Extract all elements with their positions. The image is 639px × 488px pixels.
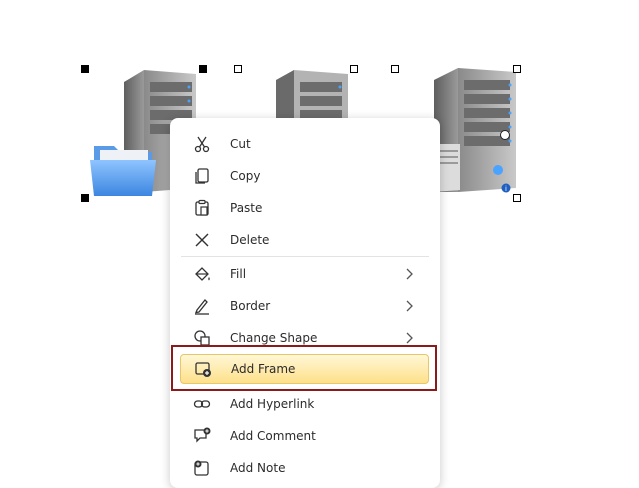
- selection-handle[interactable]: [513, 194, 521, 202]
- scissors-icon: [191, 133, 213, 155]
- menu-item-add-comment[interactable]: Add Comment: [180, 420, 430, 452]
- note-icon: [191, 457, 213, 479]
- menu-item-label: Border: [230, 299, 271, 313]
- chevron-right-icon: [406, 300, 413, 312]
- copy-icon: [191, 165, 213, 187]
- menu-item-label: Copy: [230, 169, 261, 183]
- menu-item-add-note[interactable]: Add Note: [180, 452, 430, 484]
- connection-point-handle[interactable]: [500, 130, 510, 140]
- menu-item-cut[interactable]: Cut: [180, 128, 430, 160]
- diagram-canvas[interactable]: i Cut Copy Paste Delete Fill Border Chan…: [0, 0, 639, 488]
- chevron-right-icon: [406, 268, 413, 280]
- close-icon: [191, 229, 213, 251]
- selection-handle[interactable]: [234, 65, 242, 73]
- menu-item-paste[interactable]: Paste: [180, 192, 430, 224]
- menu-item-label: Add Comment: [230, 429, 316, 443]
- menu-item-label: Cut: [230, 137, 251, 151]
- highlight-annotation-box: [171, 345, 437, 391]
- clipboard-icon: [191, 197, 213, 219]
- svg-text:i: i: [505, 185, 507, 193]
- selection-handle[interactable]: [513, 65, 521, 73]
- menu-item-label: Paste: [230, 201, 263, 215]
- link-icon: [191, 393, 213, 415]
- chevron-right-icon: [406, 332, 413, 344]
- paint-bucket-icon: [191, 263, 213, 285]
- selection-handle-top-right[interactable]: [199, 65, 207, 73]
- menu-item-fill[interactable]: Fill: [180, 258, 430, 290]
- selection-handle-top-left[interactable]: [81, 65, 89, 73]
- menu-item-label: Add Hyperlink: [230, 397, 315, 411]
- folder-icon: [90, 146, 156, 196]
- menu-separator: [181, 256, 429, 257]
- menu-item-copy[interactable]: Copy: [180, 160, 430, 192]
- selection-handle[interactable]: [391, 65, 399, 73]
- comment-icon: [191, 425, 213, 447]
- menu-item-border[interactable]: Border: [180, 290, 430, 322]
- selection-handle[interactable]: [350, 65, 358, 73]
- selection-handle-bottom-left[interactable]: [81, 194, 89, 202]
- menu-item-label: Fill: [230, 267, 247, 281]
- menu-item-add-hyperlink[interactable]: Add Hyperlink: [180, 388, 430, 420]
- pen-icon: [191, 295, 213, 317]
- menu-item-label: Change Shape: [230, 331, 318, 345]
- menu-item-delete[interactable]: Delete: [180, 224, 430, 256]
- context-menu: Cut Copy Paste Delete Fill Border Change…: [170, 118, 440, 488]
- menu-item-label: Add Note: [230, 461, 286, 475]
- menu-item-label: Delete: [230, 233, 270, 247]
